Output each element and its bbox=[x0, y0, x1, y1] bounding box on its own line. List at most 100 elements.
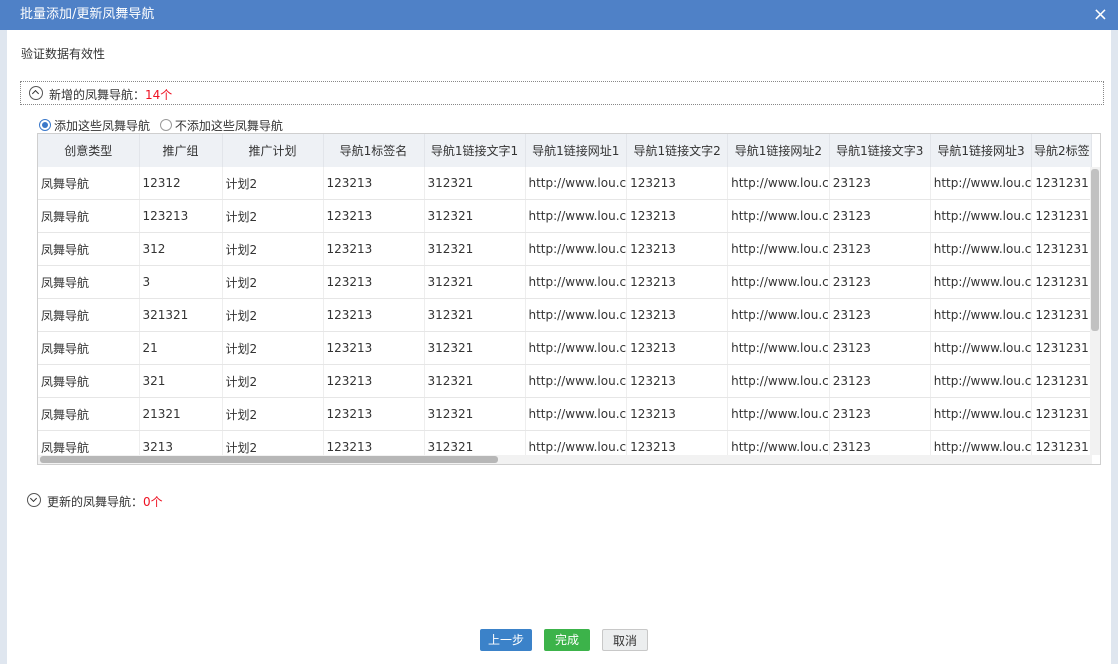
table-cell: 123213 bbox=[626, 397, 729, 431]
table-cell: 凤舞导航 bbox=[38, 331, 140, 365]
horizontal-scroll-thumb[interactable] bbox=[40, 456, 498, 463]
new-section-header[interactable]: 新增的凤舞导航：14个 bbox=[20, 81, 1104, 105]
table-cell: http://www.lou.c bbox=[930, 167, 1033, 200]
table-cell: 312321 bbox=[424, 232, 526, 266]
table-cell: 123213 bbox=[626, 265, 729, 299]
table-cell: http://www.lou.c bbox=[930, 265, 1033, 299]
table-cell: 312 bbox=[139, 232, 223, 266]
table-cell: 123213 bbox=[323, 331, 425, 365]
table-cell: http://www.lou.c bbox=[525, 167, 628, 200]
table-row[interactable]: 凤舞导航 321321 计划2 123213 312321 http://www.lou.… bbox=[38, 298, 1093, 332]
table-cell: 计划2 bbox=[222, 331, 324, 365]
table-cell: http://www.lou.c bbox=[525, 331, 628, 365]
table-cell: http://www.lou.c bbox=[525, 232, 628, 266]
col-header[interactable]: 导航1链接网址3 bbox=[930, 134, 1033, 167]
col-header[interactable]: 推广计划 bbox=[222, 134, 324, 167]
col-header[interactable]: 导航1链接网址1 bbox=[525, 134, 628, 167]
table-row[interactable]: 凤舞导航 21321 计划2 123213 312321 http://www.lou.c… bbox=[38, 397, 1093, 431]
table-cell: 312321 bbox=[424, 265, 526, 299]
table-cell: 凤舞导航 bbox=[38, 167, 140, 200]
table-cell: http://www.lou.c bbox=[727, 232, 830, 266]
prev-step-button[interactable]: 上一步 bbox=[480, 629, 532, 651]
table-cell: 凤舞导航 bbox=[38, 232, 140, 266]
table-cell: 1231231 bbox=[1031, 199, 1093, 233]
table-cell: http://www.lou.c bbox=[727, 397, 830, 431]
radio-unchecked-icon[interactable] bbox=[159, 119, 172, 131]
table-cell: 23123 bbox=[829, 265, 931, 299]
table-cell: 凤舞导航 bbox=[38, 298, 140, 332]
table-cell: 1231231 bbox=[1031, 167, 1093, 200]
table-cell: 23123 bbox=[829, 397, 931, 431]
table-cell: 1231231 bbox=[1031, 397, 1093, 431]
col-header[interactable]: 导航1链接文字2 bbox=[626, 134, 729, 167]
new-section-label: 新增的凤舞导航： bbox=[49, 88, 146, 102]
table-row[interactable]: 凤舞导航 21 计划2 123213 312321 http://www.lou.c 123… bbox=[38, 331, 1093, 365]
finish-button[interactable]: 完成 bbox=[544, 629, 590, 651]
table-row[interactable]: 凤舞导航 3 计划2 123213 312321 http://www.lou.c 1232… bbox=[38, 265, 1093, 299]
dialog-left-border bbox=[0, 30, 7, 664]
table-cell: http://www.lou.c bbox=[930, 199, 1033, 233]
col-header[interactable]: 导航1标签名 bbox=[323, 134, 425, 167]
table-cell: 23123 bbox=[829, 199, 931, 233]
col-header[interactable]: 创意类型 bbox=[38, 134, 140, 167]
table-cell: 23123 bbox=[829, 232, 931, 266]
table-cell: 123213 bbox=[626, 199, 729, 233]
data-table: 创意类型 推广组 推广计划 导航1标签名 导航1链接文字1 导航1链接网址1 导… bbox=[38, 134, 1093, 464]
table-row[interactable]: 凤舞导航 312 计划2 123213 312321 http://www.lou.c 12… bbox=[38, 232, 1093, 266]
table-row[interactable]: 凤舞导航 12312 计划2 123213 312321 http://www.lou.c… bbox=[38, 167, 1093, 200]
col-header[interactable]: 推广组 bbox=[139, 134, 223, 167]
radio-add[interactable]: 添加这些凤舞导航 bbox=[39, 117, 150, 134]
collapse-up-icon[interactable] bbox=[29, 86, 43, 100]
table-cell: 23123 bbox=[829, 298, 931, 332]
table-cell: 321321 bbox=[139, 298, 223, 332]
col-header[interactable]: 导航1链接网址2 bbox=[727, 134, 830, 167]
table-cell: 321 bbox=[139, 364, 223, 398]
table-cell: 123213 bbox=[626, 232, 729, 266]
vertical-scroll-thumb[interactable] bbox=[1091, 169, 1099, 331]
table-cell: http://www.lou.c bbox=[525, 265, 628, 299]
table-cell: http://www.lou.c bbox=[727, 364, 830, 398]
table-cell: 23123 bbox=[829, 331, 931, 365]
dialog-title: 批量添加/更新凤舞导航 bbox=[20, 7, 155, 22]
table-cell: http://www.lou.c bbox=[727, 199, 830, 233]
table-cell: 1231231 bbox=[1031, 265, 1093, 299]
table-cell: 123213 bbox=[626, 167, 729, 200]
step-subtitle: 验证数据有效性 bbox=[21, 47, 106, 61]
close-icon[interactable]: × bbox=[1093, 0, 1108, 30]
update-section-title[interactable]: 更新的凤舞导航：0个 bbox=[47, 493, 163, 510]
table-cell: 312321 bbox=[424, 199, 526, 233]
table-cell: 计划2 bbox=[222, 167, 324, 200]
table-cell: 21321 bbox=[139, 397, 223, 431]
col-header[interactable]: 导航1链接文字1 bbox=[424, 134, 526, 167]
table-cell: 1231231 bbox=[1031, 331, 1093, 365]
table-cell: http://www.lou.c bbox=[727, 265, 830, 299]
col-header[interactable]: 导航1链接文字3 bbox=[829, 134, 931, 167]
table-cell: 123213 bbox=[626, 298, 729, 332]
radio-add-label: 添加这些凤舞导航 bbox=[54, 119, 151, 133]
col-header[interactable]: 导航2标签 bbox=[1031, 134, 1093, 167]
table-cell: http://www.lou.c bbox=[525, 364, 628, 398]
table-cell: http://www.lou.c bbox=[727, 167, 830, 200]
radio-not-add[interactable]: 不添加这些凤舞导航 bbox=[159, 117, 283, 134]
radio-checked-icon[interactable] bbox=[39, 119, 51, 131]
table-cell: http://www.lou.c bbox=[930, 364, 1033, 398]
expand-down-icon[interactable] bbox=[27, 493, 41, 507]
table-row[interactable]: 凤舞导航 123213 计划2 123213 312321 http://www.lou.… bbox=[38, 199, 1093, 233]
table-row[interactable]: 凤舞导航 321 计划2 123213 312321 http://www.lou.c 12… bbox=[38, 364, 1093, 398]
table-cell: 1231231 bbox=[1031, 364, 1093, 398]
dialog-titlebar: 批量添加/更新凤舞导航 × bbox=[0, 0, 1118, 30]
table-cell: 凤舞导航 bbox=[38, 265, 140, 299]
table-cell: 312321 bbox=[424, 364, 526, 398]
table-cell: 凤舞导航 bbox=[38, 199, 140, 233]
table-cell: 123213 bbox=[323, 298, 425, 332]
table-cell: 计划2 bbox=[222, 298, 324, 332]
table-cell: 123213 bbox=[139, 199, 223, 233]
table-cell: 3 bbox=[139, 265, 223, 299]
radio-not-add-label: 不添加这些凤舞导航 bbox=[174, 119, 283, 133]
table-cell: http://www.lou.c bbox=[525, 298, 628, 332]
table-cell: 凤舞导航 bbox=[38, 397, 140, 431]
table-cell: http://www.lou.c bbox=[930, 331, 1033, 365]
table-cell: 123213 bbox=[323, 199, 425, 233]
cancel-button[interactable]: 取消 bbox=[602, 629, 648, 651]
table-cell: 123213 bbox=[626, 331, 729, 365]
